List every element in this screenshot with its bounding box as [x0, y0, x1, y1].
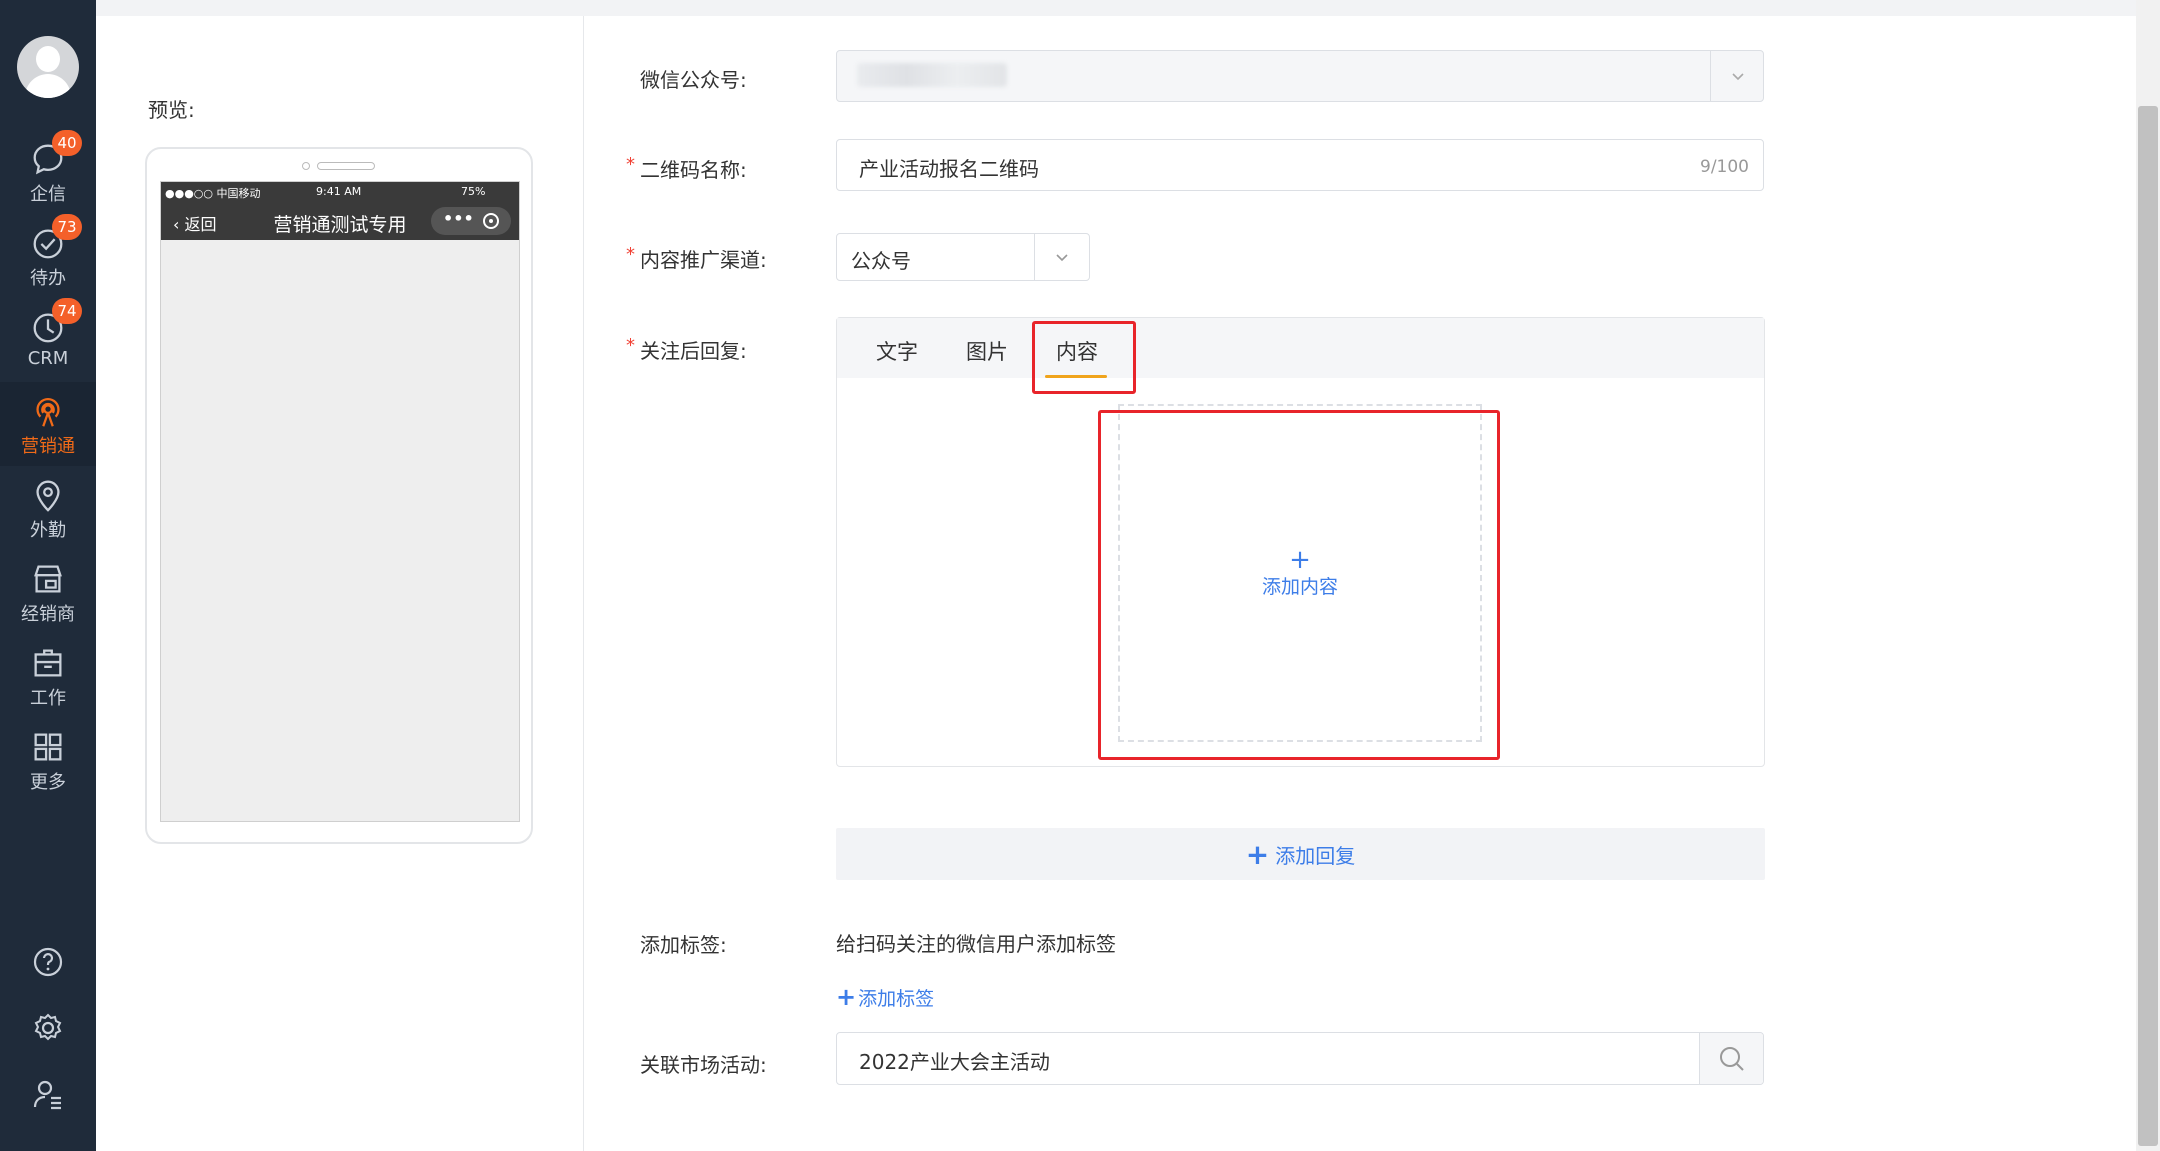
nav-item-marketing[interactable]: 营销通	[0, 382, 96, 466]
carrier-text: ●●●○○ 中国移动	[165, 187, 261, 200]
reply-label: 关注后回复:	[640, 339, 747, 363]
nav-item-work[interactable]: 工作	[0, 634, 96, 718]
nav-item-more[interactable]: 更多	[0, 718, 96, 802]
nav-label: CRM	[27, 348, 69, 369]
more-icon: •••	[443, 209, 474, 228]
highlight-box-tab	[1032, 321, 1136, 394]
campaign-label: 关联市场活动:	[640, 1053, 767, 1077]
avatar[interactable]	[17, 36, 79, 98]
wechat-account-label: 微信公众号:	[640, 68, 747, 92]
chevron-down-icon	[1056, 254, 1068, 262]
back-label: 返回	[184, 215, 217, 234]
miniprogram-capsule: •••	[431, 207, 511, 235]
user-settings-icon	[33, 1080, 61, 1110]
plus-icon: +	[836, 983, 857, 1011]
tags-description: 给扫码关注的微信用户添加标签	[836, 932, 1116, 956]
plus-icon: +	[1245, 837, 1270, 871]
campaign-value: 2022产业大会主活动	[859, 1050, 1050, 1074]
nav-item-dealer[interactable]: 经销商	[0, 550, 96, 634]
battery-text: 75%	[461, 185, 486, 198]
highlight-box-content	[1098, 410, 1500, 760]
left-nav: 企信 40 待办 73 CRM 74 营销通 外勤 经销商 工作 更多	[0, 0, 96, 1151]
tab-image[interactable]: 图片	[966, 336, 1008, 366]
preview-label: 预览:	[148, 98, 195, 122]
qr-name-label: 二维码名称:	[640, 158, 747, 182]
nav-item-todo[interactable]: 待办 73	[0, 214, 96, 298]
store-icon	[34, 565, 62, 593]
settings-button[interactable]	[0, 1003, 96, 1053]
nav-label: 更多	[30, 772, 66, 793]
settings-icon	[34, 1013, 62, 1041]
add-reply-label: 添加回复	[1275, 843, 1356, 868]
nav-label: 营销通	[21, 436, 75, 457]
blurred-account-name	[857, 63, 1007, 87]
phone-preview: ●●●○○ 中国移动 9:41 AM 75% 营销通测试专用 ‹ 返回 •••	[145, 147, 533, 844]
briefcase-icon	[34, 649, 62, 677]
char-count: 9/100	[1700, 157, 1749, 177]
search-button[interactable]	[1699, 1033, 1763, 1084]
top-strip	[96, 0, 2136, 16]
channel-label: 内容推广渠道:	[640, 248, 767, 272]
reply-tabs: 文字 图片 内容	[837, 318, 1764, 378]
channel-value: 公众号	[851, 249, 911, 273]
required-mark: *	[626, 335, 635, 356]
nav-label: 外勤	[30, 520, 66, 541]
close-target-icon	[483, 213, 499, 229]
nav-label: 待办	[30, 268, 66, 289]
wechat-account-select[interactable]	[836, 50, 1764, 102]
scrollbar-thumb[interactable]	[2138, 106, 2158, 1146]
tags-label: 添加标签:	[640, 933, 727, 957]
column-divider	[583, 16, 584, 1151]
qr-name-value: 产业活动报名二维码	[859, 157, 1039, 181]
badge: 74	[52, 298, 82, 324]
help-icon	[33, 947, 63, 977]
channel-select[interactable]: 公众号	[836, 233, 1090, 281]
help-button[interactable]	[0, 937, 96, 987]
nav-label: 经销商	[21, 604, 75, 625]
phone-speaker	[317, 162, 375, 170]
campaign-input[interactable]: 2022产业大会主活动	[836, 1032, 1764, 1085]
phone-camera	[302, 162, 310, 170]
nav-item-field[interactable]: 外勤	[0, 466, 96, 550]
nav-label: 工作	[30, 688, 66, 709]
phone-screen: ●●●○○ 中国移动 9:41 AM 75% 营销通测试专用 ‹ 返回 •••	[160, 181, 520, 822]
badge: 73	[52, 214, 82, 240]
required-mark: *	[626, 154, 635, 175]
add-tag-link[interactable]: + 添加标签	[836, 983, 934, 1011]
phone-title-bar: 营销通测试专用 ‹ 返回 •••	[161, 202, 519, 240]
add-reply-button[interactable]: + 添加回复	[836, 828, 1765, 880]
chevron-down-icon	[1732, 73, 1744, 81]
qr-name-input[interactable]: 产业活动报名二维码 9/100	[836, 139, 1764, 191]
nav-item-crm[interactable]: CRM 74	[0, 298, 96, 382]
broadcast-icon	[36, 398, 60, 427]
tab-text[interactable]: 文字	[876, 336, 918, 366]
add-tag-label: 添加标签	[858, 988, 935, 1010]
status-time: 9:41 AM	[316, 185, 362, 198]
user-settings-button[interactable]	[0, 1069, 96, 1119]
status-bar: ●●●○○ 中国移动 9:41 AM 75%	[161, 182, 519, 202]
required-mark: *	[626, 244, 635, 265]
nav-item-qixin[interactable]: 企信 40	[0, 130, 96, 214]
nav-label: 企信	[30, 184, 66, 205]
location-pin-icon	[36, 480, 60, 512]
back-button: ‹ 返回	[173, 211, 217, 235]
chevron-left-icon: ‹	[173, 215, 180, 234]
grid-icon	[34, 733, 62, 761]
badge: 40	[52, 130, 82, 156]
search-icon	[1719, 1046, 1744, 1071]
